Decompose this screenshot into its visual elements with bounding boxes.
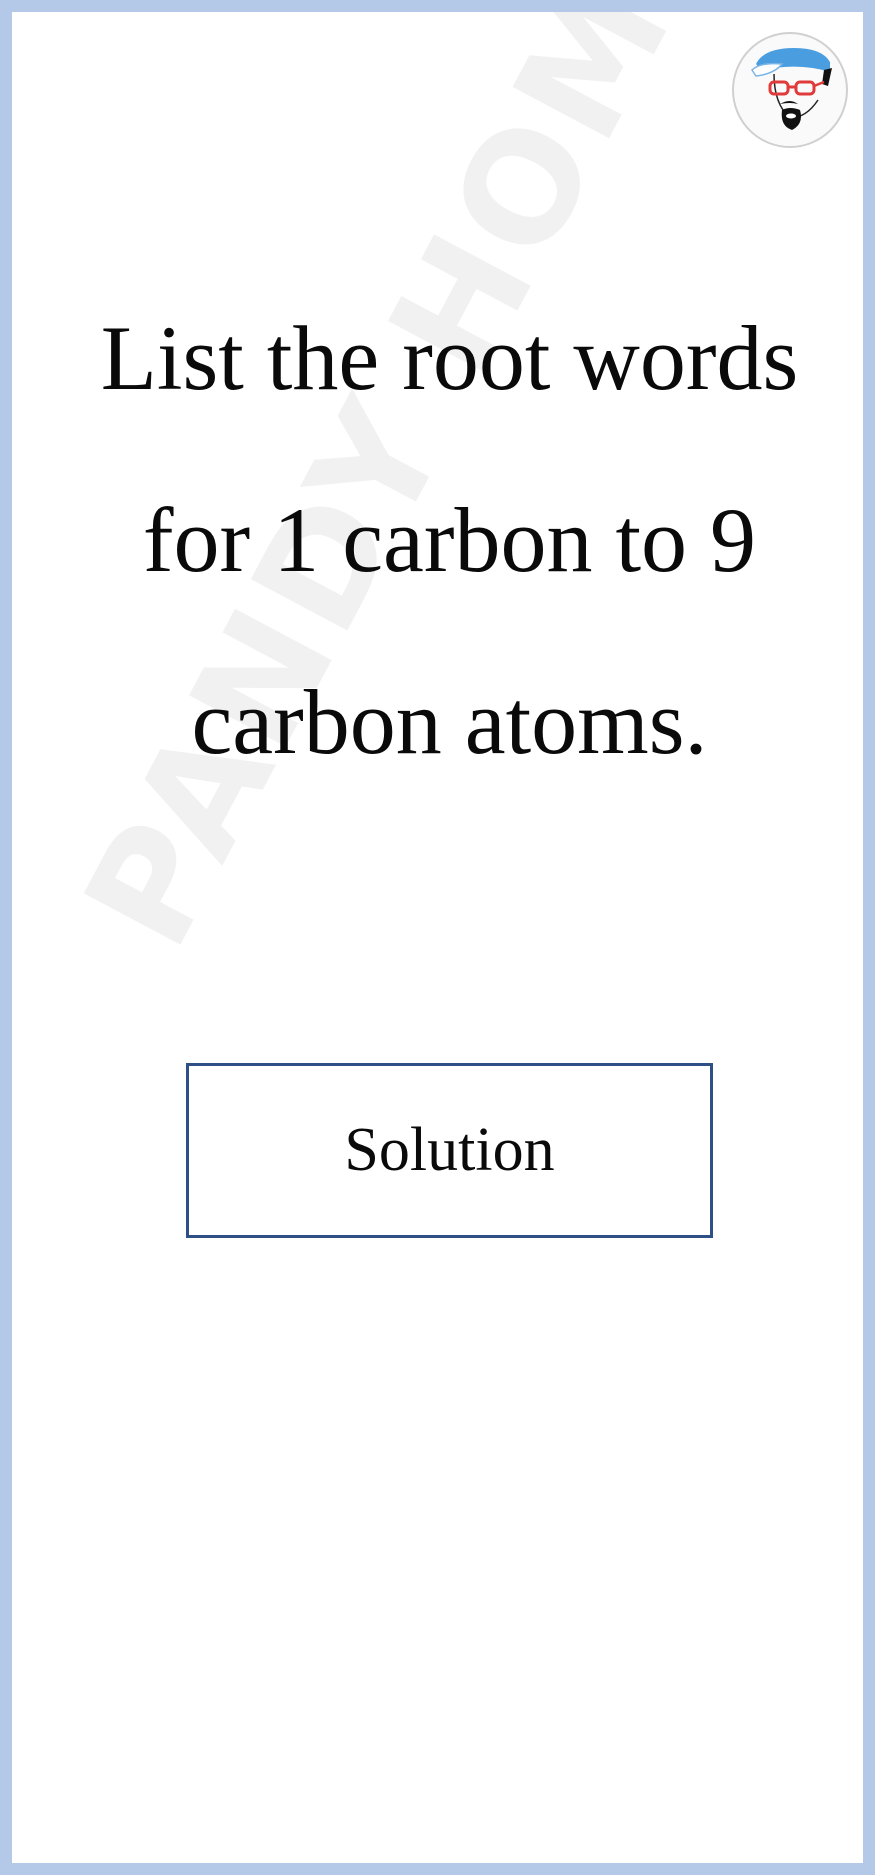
question-text: List the root words for 1 carbon to 9 ca… <box>100 307 799 773</box>
solution-button[interactable]: Solution <box>186 1063 713 1238</box>
card-frame: PANDY HOMAYA List the root words for 1 c… <box>0 0 875 1875</box>
cartoon-avatar-icon <box>751 48 832 130</box>
avatar[interactable] <box>732 32 848 148</box>
